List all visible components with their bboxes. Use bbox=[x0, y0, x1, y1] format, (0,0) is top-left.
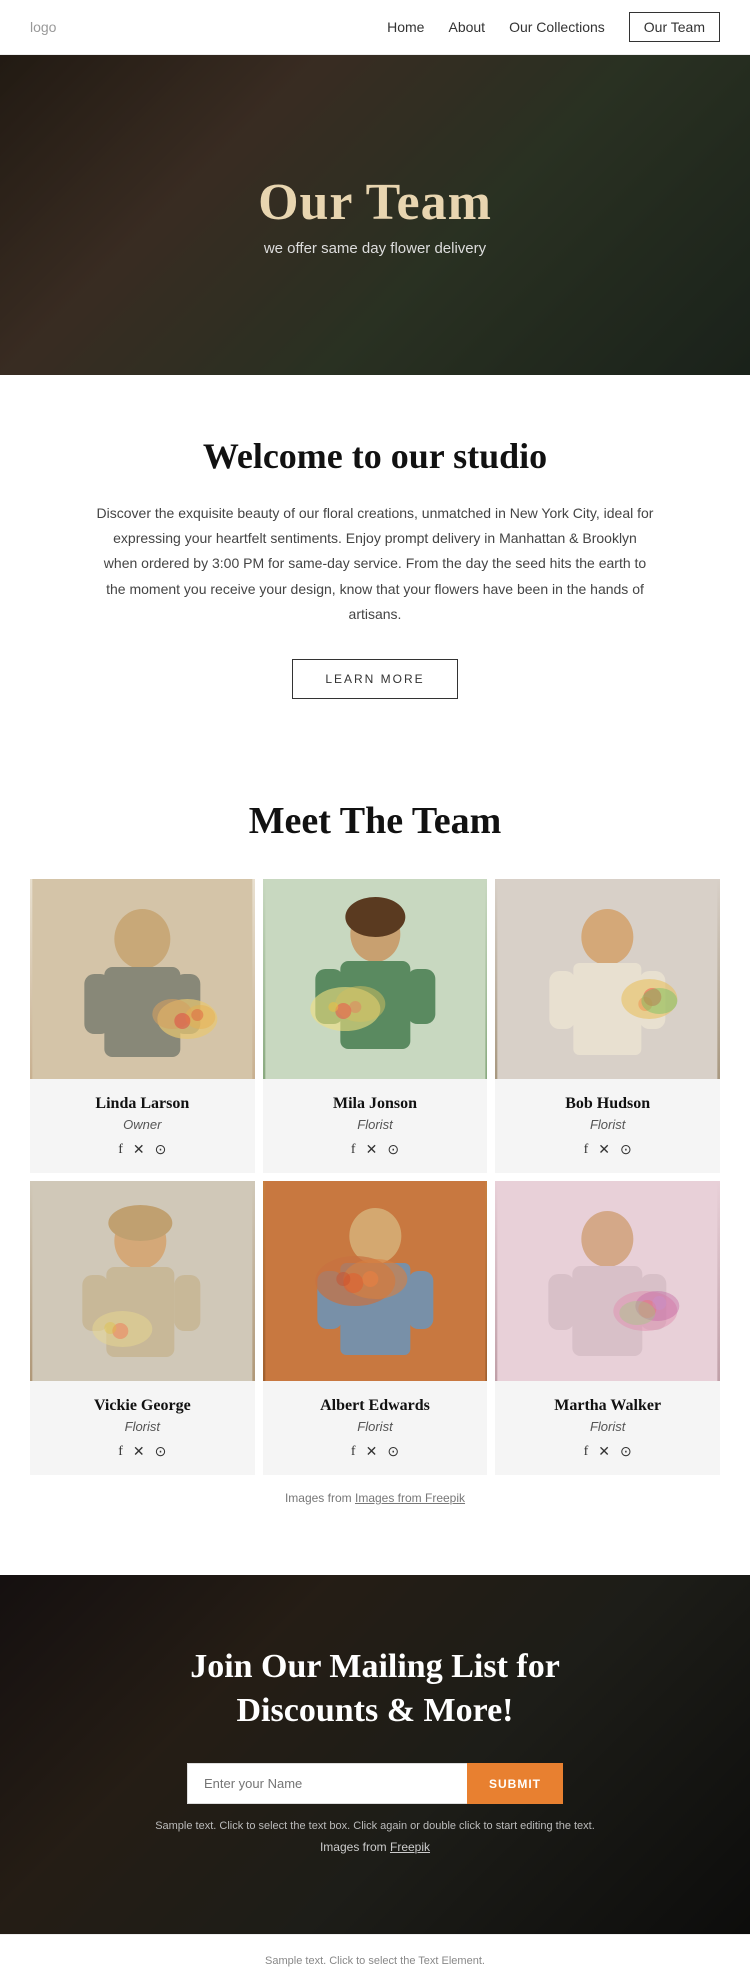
team-grid: Linda Larson Owner f ✕ ⊙ bbox=[30, 879, 720, 1475]
social-icons-martha: f ✕ ⊙ bbox=[507, 1444, 708, 1461]
team-photo-linda bbox=[30, 879, 255, 1079]
mailing-submit-button[interactable]: SUBMIT bbox=[467, 1763, 563, 1804]
team-name-martha: Martha Walker bbox=[507, 1397, 708, 1415]
social-icons-albert: f ✕ ⊙ bbox=[275, 1444, 476, 1461]
instagram-icon[interactable]: ⊙ bbox=[387, 1142, 399, 1159]
team-info-linda: Linda Larson Owner f ✕ ⊙ bbox=[30, 1079, 255, 1173]
navigation: logo Home About Our Collections Our Team bbox=[0, 0, 750, 55]
team-title: Meet The Team bbox=[30, 799, 720, 843]
team-role-mila: Florist bbox=[275, 1117, 476, 1132]
instagram-icon[interactable]: ⊙ bbox=[620, 1444, 632, 1461]
images-credit: Images from Images from Freepik bbox=[30, 1475, 720, 1535]
team-role-bob: Florist bbox=[507, 1117, 708, 1132]
twitter-icon[interactable]: ✕ bbox=[598, 1142, 610, 1159]
hero-title: Our Team bbox=[258, 173, 492, 232]
nav-link-about[interactable]: About bbox=[448, 19, 485, 35]
facebook-icon[interactable]: f bbox=[584, 1444, 589, 1461]
facebook-icon[interactable]: f bbox=[584, 1142, 589, 1159]
instagram-icon[interactable]: ⊙ bbox=[155, 1142, 167, 1159]
facebook-icon[interactable]: f bbox=[351, 1444, 356, 1461]
hero-subtitle: we offer same day flower delivery bbox=[258, 240, 492, 257]
mailing-form: SUBMIT bbox=[40, 1763, 710, 1804]
team-name-linda: Linda Larson bbox=[42, 1095, 243, 1113]
social-icons-mila: f ✕ ⊙ bbox=[275, 1142, 476, 1159]
nav-link-team[interactable]: Our Team bbox=[629, 12, 720, 42]
nav-link-collections[interactable]: Our Collections bbox=[509, 19, 605, 35]
team-info-vickie: Vickie George Florist f ✕ ⊙ bbox=[30, 1381, 255, 1475]
freepik-link[interactable]: Images from Freepik bbox=[355, 1491, 465, 1505]
mailing-name-input[interactable] bbox=[187, 1763, 467, 1804]
social-icons-linda: f ✕ ⊙ bbox=[42, 1142, 243, 1159]
social-icons-bob: f ✕ ⊙ bbox=[507, 1142, 708, 1159]
team-info-bob: Bob Hudson Florist f ✕ ⊙ bbox=[495, 1079, 720, 1173]
team-photo-martha bbox=[495, 1181, 720, 1381]
facebook-icon[interactable]: f bbox=[351, 1142, 356, 1159]
team-name-mila: Mila Jonson bbox=[275, 1095, 476, 1113]
team-photo-vickie bbox=[30, 1181, 255, 1381]
team-card-mila: Mila Jonson Florist f ✕ ⊙ bbox=[263, 879, 488, 1173]
mailing-credit-prefix: Images from bbox=[320, 1840, 390, 1854]
twitter-icon[interactable]: ✕ bbox=[133, 1142, 145, 1159]
hero-content: Our Team we offer same day flower delive… bbox=[258, 173, 492, 257]
mailing-credit: Images from Freepik bbox=[40, 1840, 710, 1854]
social-icons-vickie: f ✕ ⊙ bbox=[42, 1444, 243, 1461]
team-role-vickie: Florist bbox=[42, 1419, 243, 1434]
mailing-section: Join Our Mailing List for Discounts & Mo… bbox=[0, 1575, 750, 1934]
team-photo-bob bbox=[495, 879, 720, 1079]
instagram-icon[interactable]: ⊙ bbox=[155, 1444, 167, 1461]
team-section: Meet The Team Linda Larson bbox=[0, 749, 750, 1575]
instagram-icon[interactable]: ⊙ bbox=[387, 1444, 399, 1461]
welcome-title: Welcome to our studio bbox=[80, 435, 670, 477]
nav-links: Home About Our Collections Our Team bbox=[387, 12, 720, 42]
team-role-albert: Florist bbox=[275, 1419, 476, 1434]
team-card-linda: Linda Larson Owner f ✕ ⊙ bbox=[30, 879, 255, 1173]
team-card-albert: Albert Edwards Florist f ✕ ⊙ bbox=[263, 1181, 488, 1475]
team-role-linda: Owner bbox=[42, 1117, 243, 1132]
twitter-icon[interactable]: ✕ bbox=[366, 1444, 378, 1461]
team-info-mila: Mila Jonson Florist f ✕ ⊙ bbox=[263, 1079, 488, 1173]
learn-more-button[interactable]: LEARN MORE bbox=[292, 659, 457, 699]
facebook-icon[interactable]: f bbox=[118, 1142, 123, 1159]
twitter-icon[interactable]: ✕ bbox=[366, 1142, 378, 1159]
team-photo-mila bbox=[263, 879, 488, 1079]
team-info-martha: Martha Walker Florist f ✕ ⊙ bbox=[495, 1381, 720, 1475]
mailing-sample-text: Sample text. Click to select the text bo… bbox=[40, 1820, 710, 1832]
mailing-content: Join Our Mailing List for Discounts & Mo… bbox=[40, 1645, 710, 1854]
team-name-bob: Bob Hudson bbox=[507, 1095, 708, 1113]
logo: logo bbox=[30, 19, 56, 35]
team-card-martha: Martha Walker Florist f ✕ ⊙ bbox=[495, 1181, 720, 1475]
team-photo-albert bbox=[263, 1181, 488, 1381]
nav-link-home[interactable]: Home bbox=[387, 19, 424, 35]
team-role-martha: Florist bbox=[507, 1419, 708, 1434]
mailing-title: Join Our Mailing List for Discounts & Mo… bbox=[165, 1645, 585, 1733]
twitter-icon[interactable]: ✕ bbox=[133, 1444, 145, 1461]
welcome-section: Welcome to our studio Discover the exqui… bbox=[0, 375, 750, 749]
team-name-albert: Albert Edwards bbox=[275, 1397, 476, 1415]
welcome-body: Discover the exquisite beauty of our flo… bbox=[95, 501, 655, 627]
footer: Sample text. Click to select the Text El… bbox=[0, 1934, 750, 1987]
facebook-icon[interactable]: f bbox=[118, 1444, 123, 1461]
twitter-icon[interactable]: ✕ bbox=[598, 1444, 610, 1461]
instagram-icon[interactable]: ⊙ bbox=[620, 1142, 632, 1159]
team-name-vickie: Vickie George bbox=[42, 1397, 243, 1415]
footer-text: Sample text. Click to select the Text El… bbox=[20, 1955, 730, 1967]
mailing-freepik-link[interactable]: Freepik bbox=[390, 1840, 430, 1854]
team-card-bob: Bob Hudson Florist f ✕ ⊙ bbox=[495, 879, 720, 1173]
hero-section: Our Team we offer same day flower delive… bbox=[0, 55, 750, 375]
team-info-albert: Albert Edwards Florist f ✕ ⊙ bbox=[263, 1381, 488, 1475]
team-card-vickie: Vickie George Florist f ✕ ⊙ bbox=[30, 1181, 255, 1475]
